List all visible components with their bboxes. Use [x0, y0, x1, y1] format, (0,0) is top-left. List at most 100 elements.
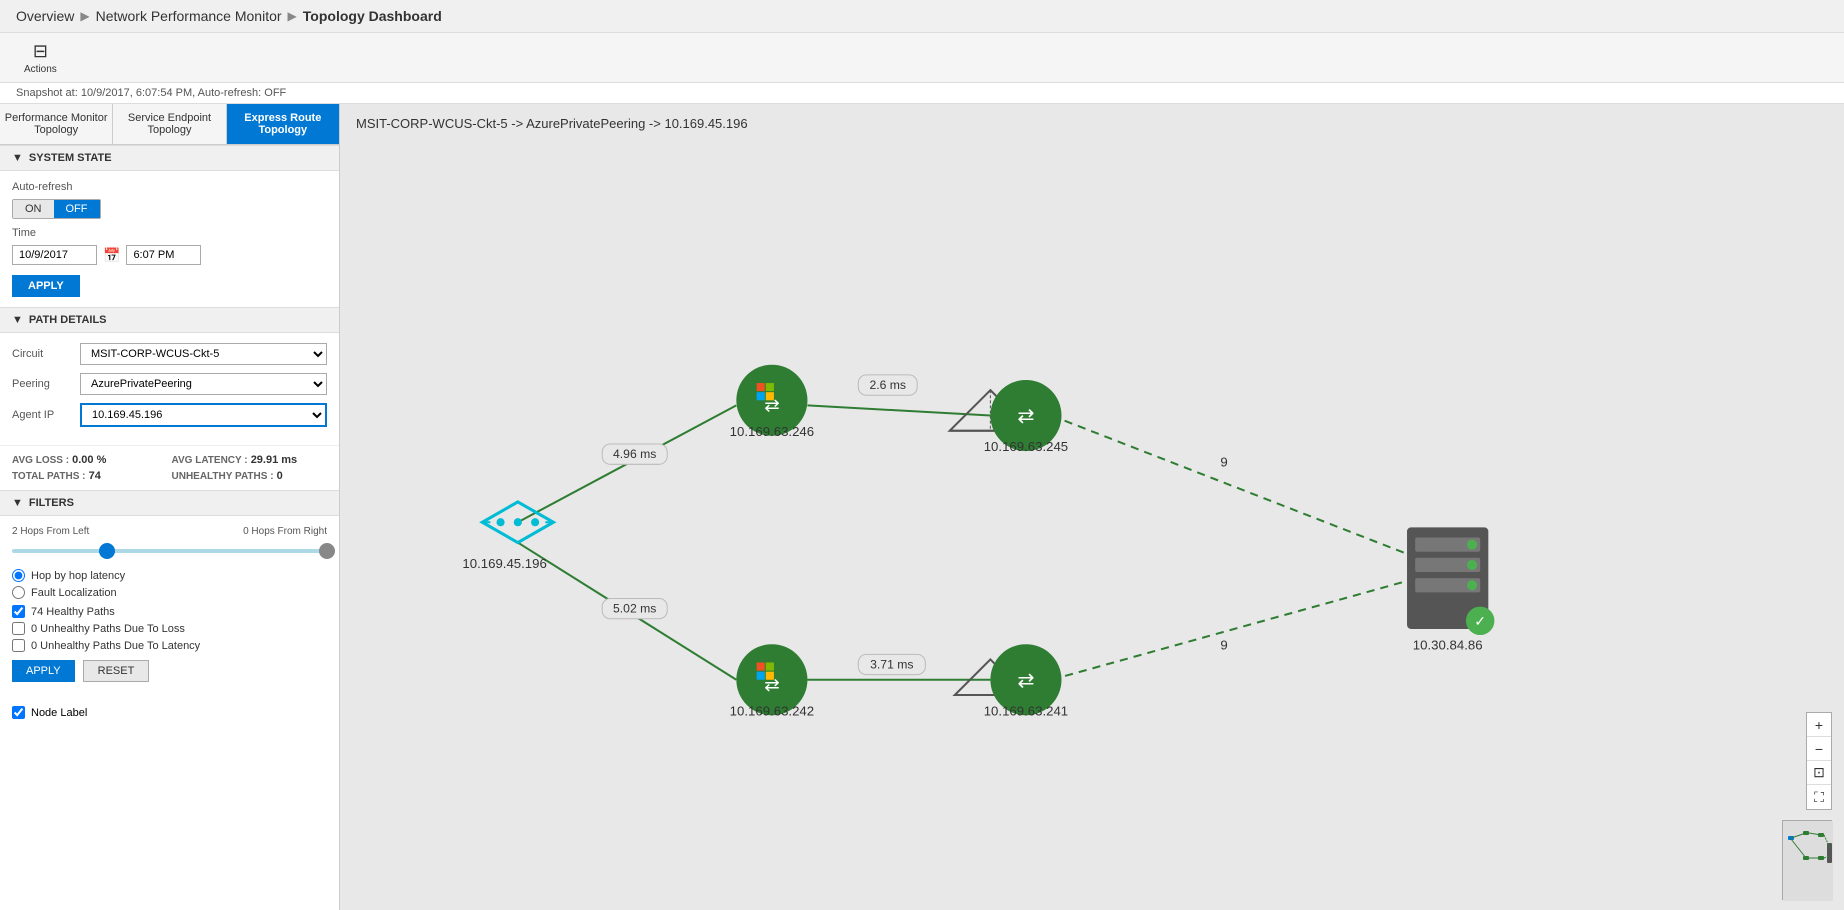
- avg-latency-stat: AVG LATENCY : 29.91 ms: [172, 454, 328, 466]
- path-details-title: PATH DETAILS: [29, 314, 107, 326]
- edge-label-n4-dest: 9: [1220, 637, 1227, 652]
- unhealthy-loss-check[interactable]: 0 Unhealthy Paths Due To Loss: [12, 622, 327, 635]
- peering-select[interactable]: AzurePrivatePeering: [80, 373, 327, 395]
- dest-node[interactable]: ✓: [1407, 527, 1494, 635]
- circuit-label: Circuit: [12, 348, 80, 360]
- agent-label: 10.169.45.196: [462, 556, 546, 571]
- zoom-reset-btn[interactable]: ⊡: [1807, 761, 1831, 785]
- avg-loss-stat: AVG LOSS : 0.00 %: [12, 454, 168, 466]
- edge-n1-n2: [807, 405, 990, 415]
- zoom-out-btn[interactable]: −: [1807, 737, 1831, 761]
- system-state-collapse-icon: ▼: [12, 152, 23, 164]
- system-state-apply-btn[interactable]: APPLY: [12, 275, 80, 297]
- edge-label-n2-dest: 9: [1220, 454, 1227, 469]
- calendar-icon[interactable]: 📅: [103, 247, 120, 264]
- healthy-paths-check[interactable]: 74 Healthy Paths: [12, 605, 327, 618]
- system-state-content: Auto-refresh ON OFF Time 📅 APPLY: [0, 171, 339, 307]
- date-input[interactable]: [12, 245, 97, 265]
- datetime-row: 📅: [12, 245, 327, 265]
- path-details-content: Circuit MSIT-CORP-WCUS-Ckt-5 Peering Azu…: [0, 333, 339, 445]
- agent-ip-select[interactable]: 10.169.45.196: [80, 403, 327, 427]
- edge-label-n3n4: 3.71 ms: [870, 658, 913, 672]
- peering-label: Peering: [12, 378, 80, 390]
- agent-ip-label: Agent IP: [12, 409, 80, 421]
- actions-button[interactable]: ⊟ Actions: [16, 37, 65, 79]
- node-label-check[interactable]: [12, 706, 25, 719]
- filter-buttons: APPLY RESET: [12, 660, 327, 682]
- filters-title: FILTERS: [29, 497, 74, 509]
- svg-text:⇄: ⇄: [1017, 406, 1034, 428]
- radio-group: Hop by hop latency Fault Localization: [12, 569, 327, 599]
- dest-label: 10.30.84.86: [1413, 637, 1483, 652]
- filters-collapse-icon: ▼: [12, 497, 23, 509]
- zoom-fullscreen-btn[interactable]: ⛶: [1807, 785, 1831, 809]
- slider-track: [12, 549, 327, 553]
- edge-label-n3: 5.02 ms: [613, 602, 656, 616]
- hops-slider[interactable]: [12, 541, 327, 561]
- tab-service-endpoint[interactable]: Service EndpointTopology: [113, 104, 226, 144]
- system-state-title: SYSTEM STATE: [29, 152, 112, 164]
- tab-express-route[interactable]: Express RouteTopology: [227, 104, 339, 144]
- path-details-header[interactable]: ▼ PATH DETAILS: [0, 307, 339, 333]
- circuit-select[interactable]: MSIT-CORP-WCUS-Ckt-5: [80, 343, 327, 365]
- node-n3-label: 10.169.63.242: [730, 703, 814, 718]
- peering-row: Peering AzurePrivatePeering: [12, 373, 327, 395]
- edge-n2-dest: [1051, 416, 1417, 558]
- svg-text:⇄: ⇄: [764, 674, 779, 695]
- toggle-on-btn[interactable]: ON: [13, 200, 54, 218]
- agent-ip-row: Agent IP 10.169.45.196: [12, 403, 327, 427]
- left-panel: ◀ Performance MonitorTopology Service En…: [0, 104, 340, 910]
- node-n2-label: 10.169.63.245: [984, 439, 1068, 454]
- time-label: Time: [12, 227, 327, 239]
- breadcrumb: Overview ▶ Network Performance Monitor ▶…: [0, 0, 1844, 33]
- unhealthy-paths-stat: UNHEALTHY PATHS : 0: [172, 470, 328, 482]
- hops-right-label: 0 Hops From Right: [243, 526, 327, 537]
- svg-text:⇄: ⇄: [1017, 670, 1034, 692]
- snapshot-bar: Snapshot at: 10/9/2017, 6:07:54 PM, Auto…: [0, 83, 1844, 104]
- toggle-off-btn[interactable]: OFF: [54, 200, 100, 218]
- breadcrumb-sep-1: ▶: [80, 9, 89, 23]
- node-n1-label: 10.169.63.246: [730, 424, 814, 439]
- node-label-text: Node Label: [31, 707, 87, 719]
- auto-refresh-toggle: ON OFF: [12, 199, 101, 219]
- zoom-in-btn[interactable]: +: [1807, 713, 1831, 737]
- slider-thumb-right[interactable]: [319, 543, 335, 559]
- tab-performance-monitor[interactable]: Performance MonitorTopology: [0, 104, 113, 144]
- actions-label: Actions: [24, 64, 57, 75]
- snapshot-text: Snapshot at: 10/9/2017, 6:07:54 PM, Auto…: [16, 87, 286, 99]
- slider-thumb-left[interactable]: [99, 543, 115, 559]
- node-label-row: Node Label: [0, 700, 339, 725]
- actions-icon: ⊟: [33, 41, 48, 62]
- circuit-row: Circuit MSIT-CORP-WCUS-Ckt-5: [12, 343, 327, 365]
- filters-header[interactable]: ▼ FILTERS: [0, 490, 339, 516]
- topology-svg: 4.96 ms 5.02 ms 2.6 ms 3.71 ms 9 9: [340, 104, 1844, 910]
- hop-by-hop-radio[interactable]: Hop by hop latency: [12, 569, 327, 582]
- svg-text:⇄: ⇄: [764, 394, 779, 415]
- canvas-area: MSIT-CORP-WCUS-Ckt-5 -> AzurePrivatePeer…: [340, 104, 1844, 910]
- filters-content: 2 Hops From Left 0 Hops From Right Hop b…: [0, 516, 339, 700]
- tabs: Performance MonitorTopology Service Endp…: [0, 104, 339, 145]
- breadcrumb-item-overview[interactable]: Overview: [16, 8, 74, 24]
- toolbar: ⊟ Actions: [0, 33, 1844, 83]
- filter-reset-btn[interactable]: RESET: [83, 660, 150, 682]
- time-input[interactable]: [126, 245, 201, 265]
- svg-text:✓: ✓: [1474, 614, 1486, 630]
- total-paths-stat: TOTAL PATHS : 74: [12, 470, 168, 482]
- unhealthy-latency-check[interactable]: 0 Unhealthy Paths Due To Latency: [12, 639, 327, 652]
- node-n4-label: 10.169.63.241: [984, 703, 1068, 718]
- path-details-collapse-icon: ▼: [12, 314, 23, 326]
- auto-refresh-label: Auto-refresh: [12, 181, 327, 193]
- zoom-controls: + − ⊡ ⛶: [1806, 712, 1832, 810]
- fault-localization-radio[interactable]: Fault Localization: [12, 586, 327, 599]
- minimap: [1782, 820, 1832, 900]
- hops-left-label: 2 Hops From Left: [12, 526, 89, 537]
- hops-labels: 2 Hops From Left 0 Hops From Right: [12, 526, 327, 537]
- edge-n4-dest: [1051, 578, 1417, 680]
- breadcrumb-item-npm[interactable]: Network Performance Monitor: [96, 8, 282, 24]
- filter-apply-btn[interactable]: APPLY: [12, 660, 75, 682]
- stats-section: AVG LOSS : 0.00 % AVG LATENCY : 29.91 ms…: [0, 445, 339, 490]
- breadcrumb-item-current: Topology Dashboard: [303, 8, 442, 24]
- edge-label-n1: 4.96 ms: [613, 447, 656, 461]
- system-state-header[interactable]: ▼ SYSTEM STATE: [0, 145, 339, 171]
- minimap-svg: [1783, 821, 1833, 901]
